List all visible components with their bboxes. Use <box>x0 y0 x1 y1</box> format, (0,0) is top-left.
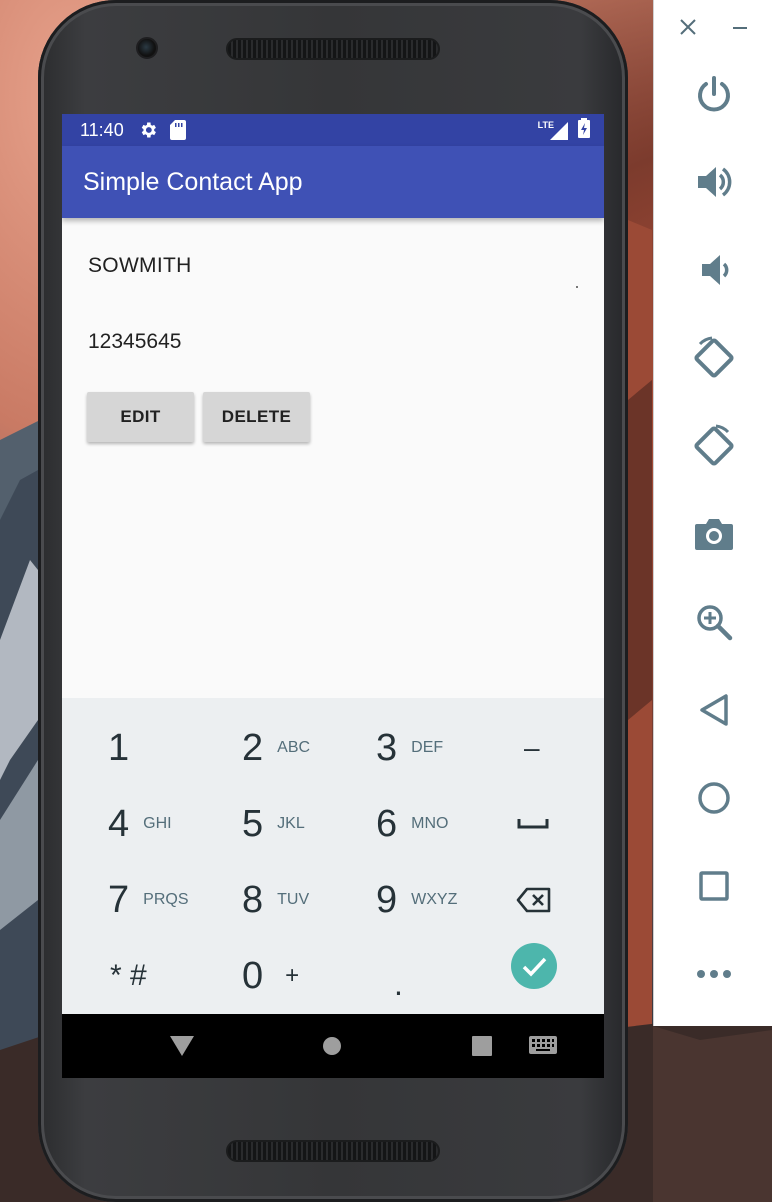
overview-icon[interactable] <box>690 862 738 910</box>
numeric-keyboard: 1 2 ABC 3 DEF – 4 GHI 5 JKL 6 MNO 7 PRQS… <box>62 698 604 1014</box>
key-digit: 8 <box>242 878 264 921</box>
key-letters: JKL <box>277 815 305 832</box>
minimize-icon[interactable] <box>731 18 749 41</box>
key-letters: ABC <box>277 739 311 756</box>
space-icon <box>517 819 549 829</box>
key-7[interactable]: 7 PRQS <box>108 862 242 938</box>
key-letters: WXYZ <box>411 891 458 908</box>
key-backspace[interactable] <box>516 862 604 938</box>
back-icon[interactable] <box>690 686 738 734</box>
rotate-left-icon[interactable] <box>690 334 738 382</box>
check-icon <box>511 943 557 989</box>
bottom-speaker-grille <box>226 1140 440 1162</box>
key-space[interactable] <box>517 786 604 862</box>
key-8[interactable]: 8 TUV <box>242 862 376 938</box>
key-digit: 2 <box>242 726 264 769</box>
app-title: Simple Contact App <box>83 167 303 196</box>
key-star-hash[interactable]: * # <box>110 938 244 1014</box>
key-6[interactable]: 6 MNO <box>376 786 510 862</box>
key-5[interactable]: 5 JKL <box>242 786 376 862</box>
sd-card-icon <box>169 120 186 140</box>
key-letters: PRQS <box>143 891 189 908</box>
rotate-right-icon[interactable] <box>690 422 738 470</box>
delete-button[interactable]: DELETE <box>203 392 310 442</box>
key-0[interactable]: 0 + <box>242 938 376 1014</box>
key-digit: 5 <box>242 802 264 845</box>
key-digit: 4 <box>108 802 130 845</box>
key-period[interactable]: . <box>394 946 528 1022</box>
key-digit: – <box>524 732 540 763</box>
key-letters: TUV <box>277 891 310 908</box>
emulator-side-panel <box>653 0 772 1026</box>
key-digit: 3 <box>376 726 398 769</box>
contact-name-field[interactable]: SOWMITH <box>88 254 192 278</box>
keyboard-icon[interactable] <box>529 1036 557 1061</box>
lte-signal-icon: LTE <box>538 120 568 140</box>
status-time: 11:40 <box>80 119 124 140</box>
key-letters: DEF <box>411 739 444 756</box>
zoom-icon[interactable] <box>690 598 738 646</box>
status-right-group: LTE <box>538 117 590 143</box>
key-digit: 0 <box>242 954 264 997</box>
close-icon[interactable] <box>679 18 697 41</box>
camera-icon[interactable] <box>690 510 738 558</box>
app-bar: Simple Contact App <box>62 146 604 218</box>
more-icon[interactable] <box>690 950 738 998</box>
home-icon[interactable] <box>690 774 738 822</box>
battery-charging-icon <box>578 117 590 143</box>
key-digit: 7 <box>108 878 130 921</box>
done-button[interactable] <box>510 942 558 990</box>
status-bar: 11:40 LTE <box>62 114 604 146</box>
key-1[interactable]: 1 <box>108 710 242 786</box>
volume-down-icon[interactable] <box>690 246 738 294</box>
key-letters: + <box>285 962 300 989</box>
phone-screen: 11:40 LTE Simple Contact App SOWMITH 123… <box>62 114 604 1078</box>
settings-icon <box>138 120 158 140</box>
key-minus[interactable]: – <box>524 710 604 786</box>
key-4[interactable]: 4 GHI <box>108 786 242 862</box>
nav-overview-icon[interactable] <box>472 1036 492 1061</box>
cursor-dot <box>576 286 578 288</box>
top-speaker-grille <box>226 38 440 60</box>
volume-up-icon[interactable] <box>690 158 738 206</box>
nav-home-icon[interactable] <box>323 1037 341 1060</box>
key-digit: 1 <box>108 726 130 769</box>
key-letters: GHI <box>143 815 172 832</box>
nav-back-icon[interactable] <box>170 1036 194 1061</box>
backspace-icon <box>516 887 551 913</box>
key-digit: 6 <box>376 802 398 845</box>
key-letters: MNO <box>411 815 449 832</box>
contact-phone-field[interactable]: 12345645 <box>88 330 181 354</box>
edit-button[interactable]: EDIT <box>87 392 194 442</box>
front-camera <box>136 37 158 59</box>
key-2[interactable]: 2 ABC <box>242 710 376 786</box>
key-3[interactable]: 3 DEF <box>376 710 510 786</box>
key-digit: * # <box>110 959 147 992</box>
power-icon[interactable] <box>690 70 738 118</box>
key-9[interactable]: 9 WXYZ <box>376 862 510 938</box>
key-digit: 9 <box>376 878 398 921</box>
key-digit: . <box>394 965 403 1002</box>
android-nav-bar <box>62 1014 604 1078</box>
